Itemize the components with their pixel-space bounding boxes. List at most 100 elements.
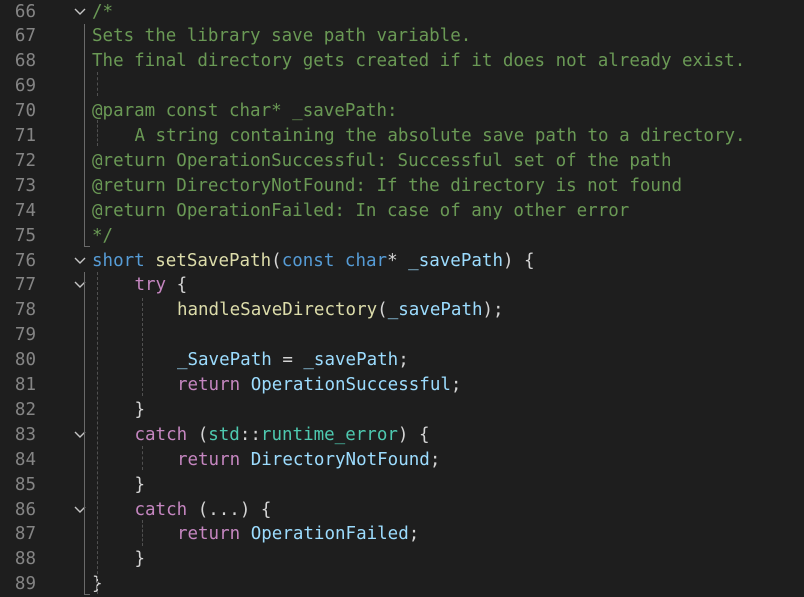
line-number: 69 xyxy=(14,76,36,97)
code-token: @return OperationFailed: In case of any … xyxy=(92,200,630,221)
code-line[interactable]: 86 catch (...) { xyxy=(0,498,804,523)
fold-bracket-end xyxy=(84,594,90,595)
code-token: ; xyxy=(398,350,409,371)
code-text: _SavePath = _savePath; xyxy=(177,348,409,373)
line-number: 78 xyxy=(14,300,36,321)
code-token: ; xyxy=(450,375,462,395)
code-token: return xyxy=(176,449,241,470)
code-line[interactable]: 71 A string containing the absolute save … xyxy=(0,124,804,149)
code-token: A string containing the absolute save pa… xyxy=(134,126,746,146)
code-token: _savePath xyxy=(387,300,483,321)
code-token: OperationSuccessful xyxy=(250,375,451,395)
line-number: 68 xyxy=(14,51,36,72)
code-text: @return OperationFailed: In case of any … xyxy=(92,199,629,224)
code-token: Sets the library save path variable. xyxy=(92,26,472,47)
code-line[interactable]: 74 @return OperationFailed: In case of an… xyxy=(0,199,804,224)
indent-guide xyxy=(84,296,85,396)
code-line[interactable]: 76 short setSavePath(const char* _savePat… xyxy=(0,249,804,274)
code-text: try { xyxy=(134,273,187,298)
code-token: ; xyxy=(408,524,420,545)
code-token: return xyxy=(176,524,241,545)
line-number: 85 xyxy=(14,474,36,495)
code-text: return DirectoryNotFound; xyxy=(177,448,440,473)
code-text: short setSavePath(const char* _savePath)… xyxy=(92,249,535,274)
code-line[interactable]: 75 */ xyxy=(0,224,804,249)
code-line[interactable]: 68 The final directory gets created if it… xyxy=(0,49,804,74)
code-line[interactable]: 82} xyxy=(0,398,804,423)
code-line[interactable]: 73 @return DirectoryNotFound: If the dire… xyxy=(0,174,804,199)
code-line[interactable]: 85} xyxy=(0,473,804,498)
code-token: char xyxy=(344,250,388,271)
code-token: handleSaveDirectory xyxy=(176,300,378,321)
code-text: /* xyxy=(92,0,113,24)
line-number: 74 xyxy=(14,200,36,221)
code-text: } xyxy=(134,473,145,498)
code-text: Sets the library save path variable. xyxy=(92,24,471,49)
code-text: */ xyxy=(92,224,113,249)
code-text: return OperationFailed; xyxy=(177,522,419,547)
code-token: _SavePath xyxy=(176,350,272,371)
code-line[interactable]: 70 @param const char* _savePath: xyxy=(0,99,804,124)
code-line[interactable]: 67 Sets the library save path variable. xyxy=(0,24,804,49)
code-token: } xyxy=(134,549,146,570)
code-token: return xyxy=(176,375,241,395)
code-line[interactable]: 89} xyxy=(0,572,804,597)
code-token: runtime_error xyxy=(260,424,398,445)
line-number: 73 xyxy=(14,175,36,196)
line-number: 86 xyxy=(14,499,36,520)
code-token: */ xyxy=(92,225,114,246)
line-number: 71 xyxy=(14,126,36,146)
code-line[interactable]: 79 xyxy=(0,323,804,348)
code-token: } xyxy=(134,399,146,420)
indent-guide xyxy=(142,298,143,396)
code-line[interactable]: 69 xyxy=(0,74,804,99)
code-text: A string containing the absolute save pa… xyxy=(134,124,745,149)
indent-guide xyxy=(97,272,98,594)
line-number: 88 xyxy=(14,549,36,570)
code-token: try xyxy=(134,275,167,296)
line-number: 87 xyxy=(14,524,36,545)
code-token: catch xyxy=(134,424,188,445)
code-line[interactable]: 83 catch (std::runtime_error) { xyxy=(0,423,804,448)
code-line[interactable]: 88} xyxy=(0,547,804,572)
indent-guide xyxy=(142,446,143,470)
code-text: catch (...) { xyxy=(134,498,271,523)
code-line[interactable]: 87 return OperationFailed; xyxy=(0,522,804,547)
line-number: 79 xyxy=(14,325,36,346)
line-number: 77 xyxy=(14,275,36,296)
code-line[interactable]: 80 _SavePath = _savePath; xyxy=(0,348,804,373)
code-token: ( xyxy=(271,250,282,271)
line-number: 67 xyxy=(14,26,36,47)
code-text: return OperationSuccessful; xyxy=(177,373,462,398)
code-token: @return DirectoryNotFound: If the direct… xyxy=(92,175,683,196)
line-number: 76 xyxy=(14,250,36,271)
code-token: _savePath xyxy=(303,350,399,371)
code-token: @param const char* _savePath: xyxy=(92,101,398,122)
indent-guide xyxy=(97,120,98,146)
code-token: ); xyxy=(482,300,504,321)
code-line[interactable]: 66 /* xyxy=(0,0,804,24)
code-editor[interactable]: 66 /* 67 Sets the library save path variabl… xyxy=(0,0,804,596)
code-text: The final directory gets created if it d… xyxy=(92,49,745,74)
code-token: * xyxy=(387,250,409,271)
code-line[interactable]: 84 return DirectoryNotFound; xyxy=(0,448,804,473)
line-number: 80 xyxy=(14,350,36,371)
code-token: { xyxy=(166,275,188,296)
fold-bracket-end xyxy=(84,246,90,247)
code-line[interactable]: 78 handleSaveDirectory(_savePath); xyxy=(0,298,804,323)
code-token: = xyxy=(271,350,304,371)
line-number: 82 xyxy=(14,399,36,420)
code-token: std xyxy=(208,424,240,445)
code-token: OperationFailed xyxy=(250,524,409,545)
code-line[interactable]: 77 try { xyxy=(0,273,804,298)
code-line[interactable]: 72 @return OperationSuccessful: Successfu… xyxy=(0,149,804,174)
line-number: 81 xyxy=(14,375,36,395)
code-line[interactable]: 81 return OperationSuccessful; xyxy=(0,373,804,398)
code-token: _savePath xyxy=(408,250,503,271)
code-token: (...) { xyxy=(187,499,272,520)
code-token: ) { xyxy=(397,424,430,445)
code-token: ) { xyxy=(502,250,535,271)
